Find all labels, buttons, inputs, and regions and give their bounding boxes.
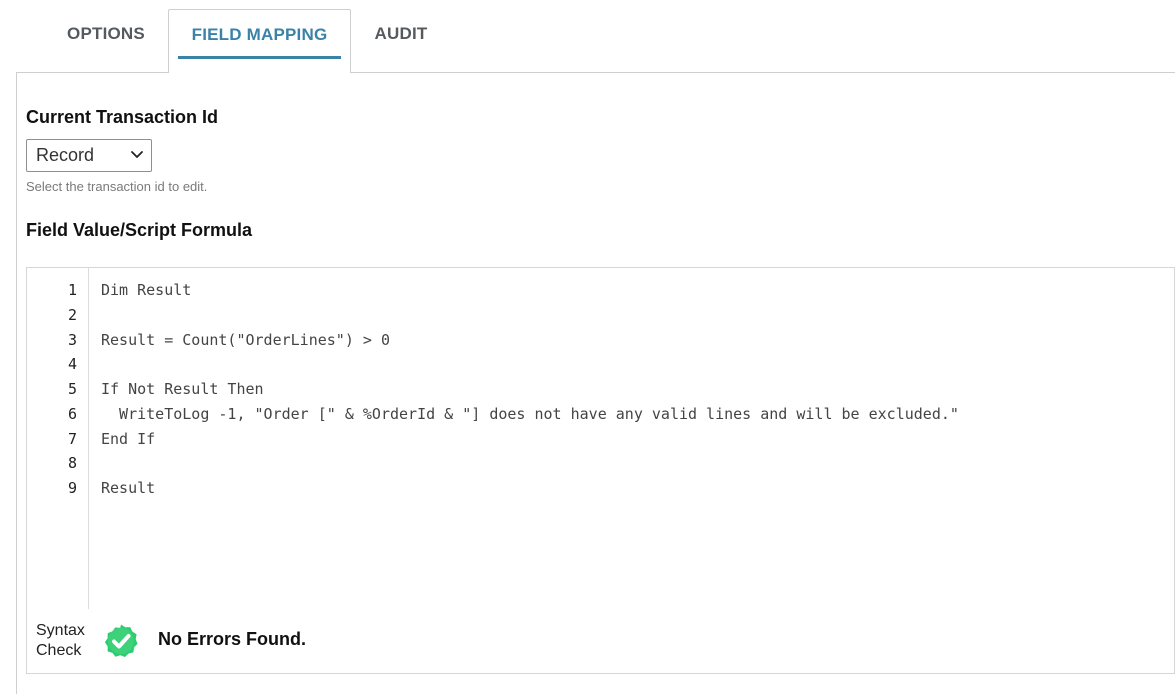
app-root: OPTIONS FIELD MAPPING AUDIT Current Tran… <box>0 0 1175 694</box>
transaction-id-label: Current Transaction Id <box>26 107 219 127</box>
transaction-id-select[interactable]: Record <box>26 139 152 172</box>
tab-bar: OPTIONS FIELD MAPPING AUDIT <box>0 0 1175 73</box>
syntax-check-bar: Syntax Check No Errors Found. <box>26 609 1175 674</box>
line-number: 5 <box>67 380 77 398</box>
line-number: 7 <box>67 429 77 448</box>
syntax-check-message: No Errors Found. <box>158 629 306 649</box>
line-number: 2 <box>67 305 77 324</box>
formula-label: Field Value/Script Formula <box>26 220 253 240</box>
code-line[interactable]: WriteToLog -1, "Order [" & %OrderId & "]… <box>101 402 959 427</box>
tab-field-mapping[interactable]: FIELD MAPPING <box>168 9 351 73</box>
check-circle-icon <box>104 624 138 657</box>
tab-audit[interactable]: AUDIT <box>355 9 447 73</box>
syntax-check-label-line1: Syntax <box>36 622 85 639</box>
line-number: 4 <box>67 355 77 374</box>
syntax-check-label-line2: Check <box>36 642 82 659</box>
tab-options[interactable]: OPTIONS <box>48 9 164 73</box>
chevron-down-icon <box>131 151 143 158</box>
code-line[interactable]: Result = Count("OrderLines") > 0 <box>101 328 390 353</box>
line-number-gutter: 1 2 3 4 5 6 7 8 9 <box>27 268 89 609</box>
transaction-id-value: Record <box>36 145 95 165</box>
tab-field-mapping-label: FIELD MAPPING <box>191 25 328 44</box>
code-line[interactable]: If Not Result Then <box>101 377 264 402</box>
line-number: 1 <box>67 281 77 299</box>
transaction-id-help: Select the transaction id to edit. <box>26 179 208 194</box>
script-editor[interactable]: 1 2 3 4 5 6 7 8 9 Dim Result Result = Co… <box>26 267 1175 610</box>
active-tab-indicator <box>178 56 341 59</box>
code-line[interactable]: Result <box>101 476 155 501</box>
syntax-check-label: Syntax Check <box>36 621 96 661</box>
code-line[interactable]: Dim Result <box>101 278 191 303</box>
line-number: 6 <box>67 404 77 423</box>
line-number: 8 <box>67 454 77 473</box>
line-number: 3 <box>67 330 77 349</box>
code-line[interactable]: End If <box>101 427 155 452</box>
line-number: 9 <box>67 479 77 497</box>
